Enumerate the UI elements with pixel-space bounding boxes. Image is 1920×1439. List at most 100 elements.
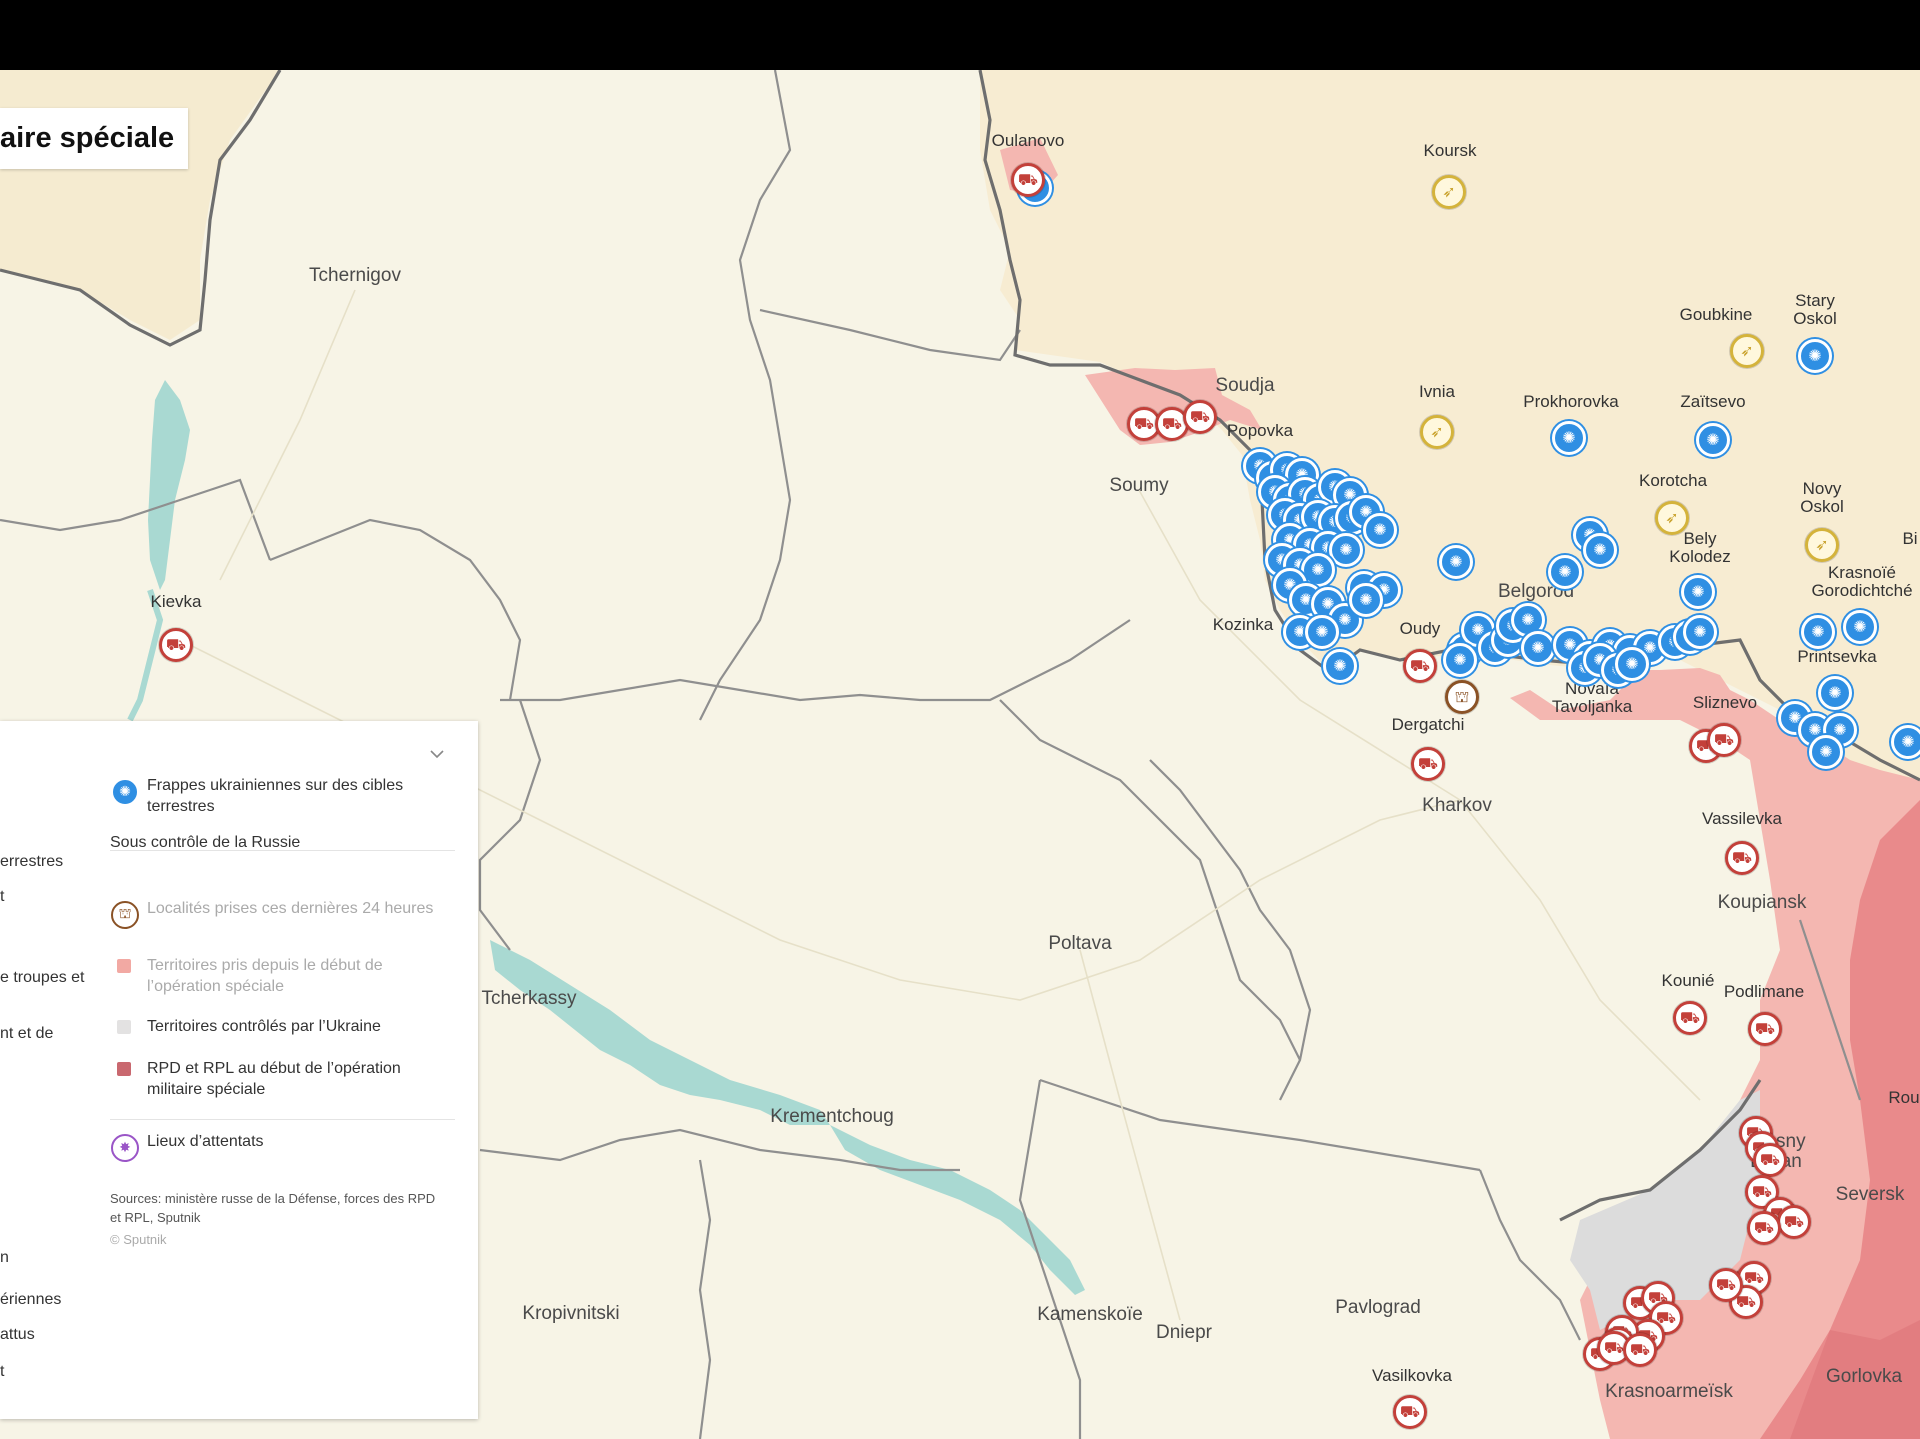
legend-item-label: Territoires pris depuis le début de l’op… [147, 957, 383, 995]
ukrainian-strike-icon[interactable]: ✺ [1891, 725, 1920, 759]
city-label: Seversk [1835, 1184, 1905, 1205]
legend-item-label: Localités prises ces dernières 24 heures [147, 900, 434, 917]
troop-attack-icon[interactable]: ⛟ [1753, 1143, 1787, 1177]
ukrainian-strike-icon[interactable]: ✺ [1818, 676, 1852, 710]
city-label: Kropivnitski [522, 1303, 620, 1324]
map-title-box: aire spéciale [0, 108, 189, 169]
region-border [1149, 759, 1312, 1101]
troop-attack-icon[interactable]: ⛟ [1623, 1333, 1657, 1367]
city-label: Vassilevka [1702, 809, 1782, 828]
region-border [0, 478, 272, 561]
city-label: Gorlovka [1825, 1366, 1903, 1387]
legend-left-label: errestres [0, 853, 64, 870]
drone-icon[interactable]: ➶ [1805, 528, 1839, 562]
city-label: Bely Kolodez [1669, 529, 1731, 566]
captured-locality-icon[interactable]: ⛫ [1445, 680, 1479, 714]
city-label: Popovka [1226, 421, 1294, 440]
ukrainian-strike-icon[interactable]: ✺ [1439, 545, 1473, 579]
legend-item-label: Lieux d’attentats [147, 1133, 264, 1150]
city-label: Kozinka [1212, 615, 1274, 634]
troop-attack-icon[interactable]: ⛟ [1748, 1012, 1782, 1046]
city-label: Oudy [1399, 619, 1441, 638]
troop-attack-icon[interactable]: ⛟ [1011, 163, 1045, 197]
city-label: Sliznevo [1692, 693, 1758, 712]
city-label: Goubkine [1679, 305, 1753, 324]
legend-item-label: RPD et RPL au début de l’opération milit… [147, 1060, 401, 1098]
legend-color-swatch [117, 1062, 131, 1076]
city-label: Kamenskoïe [1037, 1304, 1143, 1325]
ukrainian-strike-icon[interactable]: ✺ [1801, 615, 1835, 649]
city-label: Koupiansk [1717, 892, 1807, 913]
attack-site-legend-icon: ✸ [111, 1134, 139, 1162]
ukrainian-strike-icon[interactable]: ✺ [1681, 575, 1715, 609]
ukrainian-strike-icon[interactable]: ✺ [1363, 513, 1397, 547]
region-border [269, 518, 522, 701]
troop-attack-icon[interactable]: ⛟ [1673, 1001, 1707, 1035]
city-label: Dergatchi [1391, 715, 1465, 734]
troop-attack-icon[interactable]: ⛟ [1725, 841, 1759, 875]
city-label: Printsevka [1797, 647, 1877, 666]
city-label: Kounié [1661, 971, 1715, 990]
ukrainian-strike-icon[interactable]: ✺ [1349, 583, 1383, 617]
region-border [699, 70, 792, 721]
troop-attack-icon[interactable]: ⛟ [1709, 1268, 1743, 1302]
legend-left-label: t [0, 888, 5, 905]
ukrainian-strike-icon[interactable]: ✺ [1521, 631, 1555, 665]
troop-attack-icon[interactable]: ⛟ [1393, 1395, 1427, 1429]
chevron-down-icon[interactable] [430, 747, 444, 761]
city-label: Korotcha [1638, 471, 1708, 490]
troop-attack-icon[interactable]: ⛟ [1183, 400, 1217, 434]
ukrainian-strike-icon[interactable]: ✺ [1443, 643, 1477, 677]
black-top-bar [0, 0, 1920, 70]
city-label: Podlimane [1723, 982, 1805, 1001]
strike-legend-icon: ✺ [111, 778, 139, 806]
city-label: Poltava [1048, 933, 1112, 954]
kremenchug-reservoir [490, 940, 830, 1125]
ukrainian-strike-icon[interactable]: ✺ [1552, 421, 1586, 455]
legend-color-swatch [117, 959, 131, 973]
region-border [1478, 1169, 1581, 1341]
ukrainian-strike-icon[interactable]: ✺ [1809, 735, 1843, 769]
ukrainian-strike-icon[interactable]: ✺ [1583, 533, 1617, 567]
city-label: Krasnoarmeïsk [1605, 1381, 1733, 1402]
troop-attack-icon[interactable]: ⛟ [159, 628, 193, 662]
troop-attack-icon[interactable]: ⛟ [1747, 1211, 1781, 1245]
region-border [478, 699, 542, 951]
region-border [999, 699, 1301, 1061]
drone-icon[interactable]: ➶ [1655, 501, 1689, 535]
ukrainian-strike-icon[interactable]: ✺ [1615, 647, 1649, 681]
drone-icon[interactable]: ➶ [1420, 415, 1454, 449]
city-label: Krementchoug [770, 1106, 894, 1127]
city-label: Stary Oskol [1793, 291, 1837, 328]
ukrainian-strike-icon[interactable]: ✺ [1548, 555, 1582, 589]
legend-left-label: ériennes [0, 1291, 62, 1308]
ukrainian-strike-icon[interactable]: ✺ [1305, 615, 1339, 649]
locality-legend-icon: ⛫ [111, 901, 139, 929]
ukrainian-strike-icon[interactable]: ✺ [1798, 339, 1832, 373]
road [1079, 949, 1181, 1321]
city-label: Kievka [150, 592, 202, 611]
ukrainian-strike-icon[interactable]: ✺ [1329, 533, 1363, 567]
legend-item-label: Frappes ukrainiennes sur des cibles terr… [147, 777, 404, 815]
legend-left-label: e troupes et [0, 969, 85, 986]
ukrainian-strike-icon[interactable]: ✺ [1696, 423, 1730, 457]
ukrainian-strike-icon[interactable]: ✺ [1843, 610, 1877, 644]
legend-divider [110, 1119, 455, 1120]
region-border [500, 619, 1131, 702]
ukrainian-strike-icon[interactable]: ✺ [1323, 649, 1357, 683]
troop-attack-icon[interactable]: ⛟ [1777, 1205, 1811, 1239]
drone-icon[interactable]: ➶ [1432, 175, 1466, 209]
legend-panel: errestres t e troupes et nt et de n ériennes a… [0, 721, 478, 1419]
city-label: Bi [1902, 529, 1918, 548]
troop-attack-icon[interactable]: ⛟ [1403, 649, 1437, 683]
dnieper-river-south [830, 1125, 1085, 1295]
city-label: Kharkov [1422, 795, 1492, 816]
troop-attack-icon[interactable]: ⛟ [1707, 723, 1741, 757]
city-label: Zaïtsevo [1680, 392, 1746, 411]
city-label: Dniepr [1156, 1322, 1212, 1343]
ukrainian-strike-icon[interactable]: ✺ [1683, 615, 1717, 649]
troop-attack-icon[interactable]: ⛟ [1411, 747, 1445, 781]
city-label: Oulanovo [991, 131, 1065, 150]
city-label: Vasilkovka [1372, 1366, 1452, 1385]
drone-icon[interactable]: ➶ [1730, 334, 1764, 368]
